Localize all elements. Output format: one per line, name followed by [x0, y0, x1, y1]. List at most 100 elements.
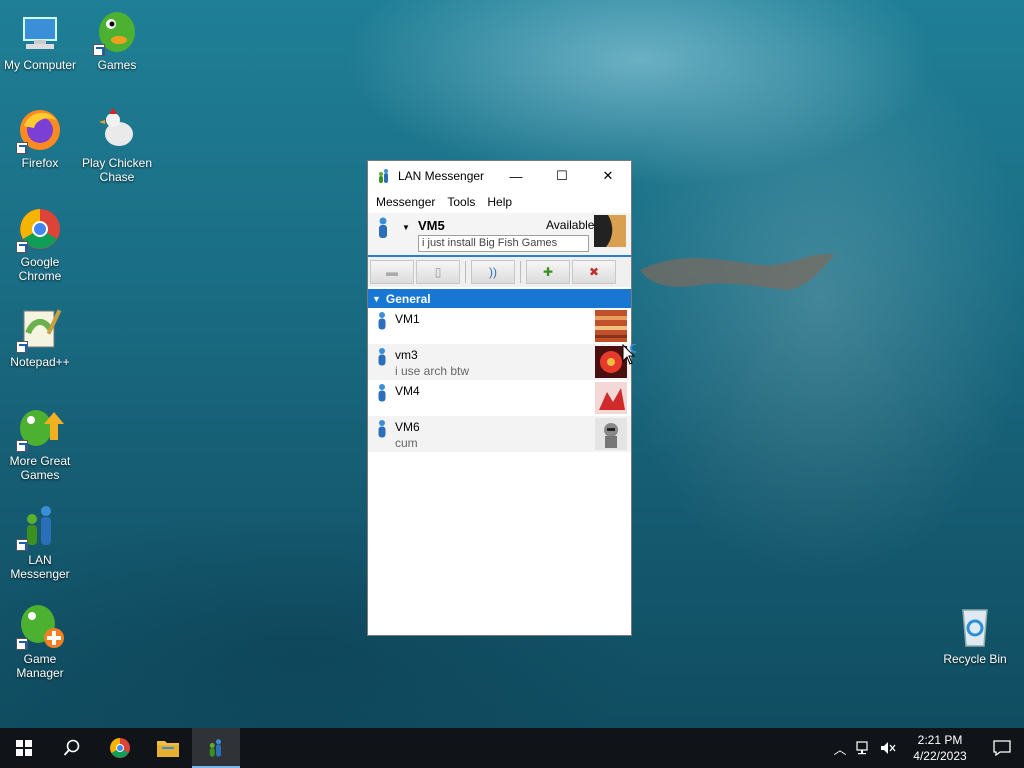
notepad-icon — [16, 305, 64, 353]
taskbar: ︿ 2:21 PM 4/22/2023 — [0, 728, 1024, 768]
title-bar[interactable]: LAN Messenger — ☐ ✕ — [368, 161, 631, 191]
desktop-icon-label: My Computer — [3, 58, 77, 72]
taskbar-lan-messenger[interactable] — [192, 728, 240, 768]
remove-contact-button[interactable]: ✖ — [572, 260, 616, 284]
avatar[interactable] — [594, 215, 626, 247]
start-button[interactable] — [0, 728, 48, 768]
contact-vm1[interactable]: VM1 — [368, 308, 631, 344]
group-header-general[interactable]: ▼ General — [368, 289, 631, 308]
desktop-icon-label: Recycle Bin — [943, 652, 1007, 666]
desktop-icon-label: Play Chicken Chase — [81, 156, 153, 184]
shortcut-arrow-icon — [93, 44, 105, 56]
volume-muted-icon[interactable] — [876, 741, 900, 755]
user-status-icon[interactable] — [376, 217, 390, 239]
lan-messenger-icon — [209, 739, 221, 757]
desktop-icon-label: Game Manager — [16, 652, 64, 680]
add-contact-button[interactable]: ✚ — [526, 260, 570, 284]
desktop-icon-notepadpp[interactable]: Notepad++ — [0, 305, 80, 369]
contact-vm4[interactable]: VM4 — [368, 380, 631, 416]
user-status-icon — [378, 348, 386, 366]
fish-arrow-icon — [16, 404, 64, 452]
clock-date: 4/22/2023 — [913, 749, 967, 763]
desktop-icon-label: Notepad++ — [10, 355, 70, 369]
windows-logo-icon — [16, 740, 32, 756]
desktop-icon-label: LAN Messenger — [10, 553, 70, 581]
minimize-icon: — — [509, 168, 523, 184]
contact-name: VM1 — [395, 312, 420, 326]
chicken-icon — [93, 106, 141, 154]
desktop-icon-more-games[interactable]: More Great Games — [0, 404, 80, 482]
file-icon: ▯ — [434, 265, 442, 279]
folder-icon — [157, 741, 179, 757]
group-name: General — [385, 291, 431, 306]
lan-messenger-window[interactable]: LAN Messenger — ☐ ✕ Messenger Tools Help… — [367, 160, 632, 636]
send-file-button[interactable]: ▯ — [416, 260, 460, 284]
menu-help[interactable]: Help — [481, 195, 518, 209]
toolbar-separator — [465, 261, 466, 283]
contact-vm6[interactable]: VM6 cum — [368, 416, 631, 452]
desktop-icon-firefox[interactable]: Firefox — [0, 106, 80, 170]
toolbar: ▬ ▯ )) ✚ ✖ — [368, 255, 631, 287]
shortcut-arrow-icon — [16, 638, 28, 650]
chat-button[interactable]: ▬ — [370, 260, 414, 284]
notification-icon — [993, 740, 1011, 756]
computer-icon — [16, 8, 64, 56]
user-status[interactable]: Available — [546, 218, 594, 232]
broadcast-icon: )) — [489, 265, 497, 279]
desktop-icon-label: More Great Games — [9, 454, 71, 482]
contact-note: cum — [395, 436, 418, 450]
lan-messenger-icon — [379, 169, 388, 183]
remove-user-icon: ✖ — [588, 265, 600, 279]
desktop-icon-label: Google Chrome — [18, 255, 62, 283]
maximize-button[interactable]: ☐ — [539, 161, 585, 191]
desktop-icon-recycle-bin[interactable]: Recycle Bin — [935, 602, 1015, 666]
status-note-input[interactable]: i just install Big Fish Games — [418, 235, 589, 252]
shortcut-arrow-icon — [16, 539, 28, 551]
avatar — [595, 310, 627, 342]
menu-tools[interactable]: Tools — [441, 195, 481, 209]
add-user-icon: ✚ — [542, 265, 554, 279]
close-icon: ✕ — [602, 168, 614, 183]
chrome-icon — [110, 738, 130, 758]
contact-name: VM4 — [395, 384, 420, 398]
system-tray: ︿ 2:21 PM 4/22/2023 — [828, 728, 1024, 768]
user-status-icon — [378, 420, 386, 438]
menu-messenger[interactable]: Messenger — [370, 195, 441, 209]
chevron-up-icon[interactable]: ︿ — [828, 739, 852, 758]
search-button[interactable] — [48, 728, 96, 768]
wallpaper-mermaid — [640, 254, 835, 290]
user-status-icon — [378, 312, 386, 330]
lan-messenger-icon — [16, 503, 64, 551]
network-icon[interactable] — [852, 741, 876, 755]
desktop-icon-game-manager[interactable]: Game Manager — [0, 602, 80, 680]
fish-plus-icon — [16, 602, 64, 650]
shortcut-arrow-icon — [16, 341, 28, 353]
taskbar-file-explorer[interactable] — [144, 728, 192, 768]
mouse-cursor-icon — [622, 344, 636, 365]
desktop-icon-my-computer[interactable]: My Computer — [0, 8, 80, 72]
recycle-bin-icon — [951, 602, 999, 650]
clock[interactable]: 2:21 PM 4/22/2023 — [900, 732, 980, 764]
desktop-icon-label: Firefox — [21, 156, 59, 170]
contact-note: i use arch btw — [395, 364, 470, 378]
minimize-button[interactable]: — — [493, 161, 539, 191]
desktop-icon-games[interactable]: Games — [77, 8, 157, 72]
window-title: LAN Messenger — [398, 169, 485, 183]
desktop-icon-chrome[interactable]: Google Chrome — [0, 205, 80, 283]
notifications-button[interactable] — [980, 740, 1024, 756]
toolbar-separator — [520, 261, 521, 283]
desktop-icon-lan-messenger[interactable]: LAN Messenger — [0, 503, 80, 581]
desktop-icon-chicken-chase[interactable]: Play Chicken Chase — [77, 106, 157, 184]
shortcut-arrow-icon — [16, 440, 28, 452]
menu-bar: Messenger Tools Help — [368, 191, 631, 213]
search-icon — [63, 739, 80, 756]
taskbar-chrome[interactable] — [96, 728, 144, 768]
avatar — [595, 418, 627, 450]
maximize-icon: ☐ — [556, 168, 568, 183]
broadcast-button[interactable]: )) — [471, 260, 515, 284]
close-button[interactable]: ✕ — [585, 161, 631, 191]
fish-icon — [93, 8, 141, 56]
profile-panel: ▼ VM5 Available i just install Big Fish … — [368, 213, 631, 255]
status-dropdown-icon[interactable]: ▼ — [402, 223, 410, 232]
contact-vm3[interactable]: vm3 i use arch btw — [368, 344, 631, 380]
